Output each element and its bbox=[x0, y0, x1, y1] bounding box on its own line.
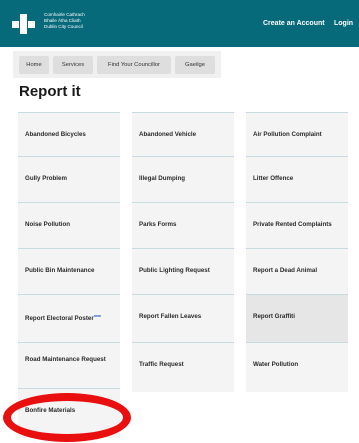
card-label: Private Rented Complaints bbox=[253, 221, 332, 228]
nav-gaeilge[interactable]: Gaeilge bbox=[175, 56, 215, 74]
card-report-electoral-poster[interactable]: Report Electoral Posternew bbox=[18, 294, 120, 344]
card-label-text: Report Electoral Poster bbox=[25, 315, 94, 323]
card-air-pollution-complaint[interactable]: Air Pollution Complaint bbox=[246, 112, 348, 162]
site-header: Comhairle Cathrach Bhaile Átha Cliath Du… bbox=[0, 0, 359, 47]
card-report-graffiti[interactable]: Report Graffiti bbox=[246, 294, 348, 344]
card-label: Public Bin Maintenance bbox=[25, 267, 95, 274]
card-label: Report a Dead Animal bbox=[253, 267, 318, 274]
card-label: Parks Forms bbox=[139, 221, 177, 228]
council-name-line: Dublin City Council bbox=[44, 24, 83, 29]
login-link[interactable]: Login bbox=[334, 20, 353, 27]
card-public-bin-maintenance[interactable]: Public Bin Maintenance bbox=[18, 248, 120, 298]
card-label: Report Graffiti bbox=[253, 313, 295, 320]
card-label: Noise Pollution bbox=[25, 221, 71, 228]
card-label: Air Pollution Complaint bbox=[253, 131, 322, 138]
card-report-dead-animal[interactable]: Report a Dead Animal bbox=[246, 248, 348, 298]
card-noise-pollution[interactable]: Noise Pollution bbox=[18, 202, 120, 252]
card-label: Traffic Request bbox=[139, 361, 184, 368]
card-illegal-dumping[interactable]: Illegal Dumping bbox=[132, 156, 234, 206]
new-badge: new bbox=[93, 314, 101, 318]
main-nav: Home Services Find Your Councillor Gaeil… bbox=[13, 51, 221, 78]
card-label: Abandoned Vehicle bbox=[139, 131, 197, 138]
card-label: Litter Offence bbox=[253, 175, 294, 182]
card-private-rented-complaints[interactable]: Private Rented Complaints bbox=[246, 202, 348, 252]
card-label: Report Electoral Posternew bbox=[25, 312, 116, 323]
card-report-fallen-leaves[interactable]: Report Fallen Leaves bbox=[132, 294, 234, 344]
card-water-pollution[interactable]: Water Pollution bbox=[246, 342, 348, 392]
page-title: Report it bbox=[19, 83, 81, 100]
card-traffic-request[interactable]: Traffic Request bbox=[132, 342, 234, 392]
card-abandoned-vehicle[interactable]: Abandoned Vehicle bbox=[132, 112, 234, 162]
card-parks-forms[interactable]: Parks Forms bbox=[132, 202, 234, 252]
card-label: Abandoned Bicycles bbox=[25, 131, 86, 138]
card-label: Gully Problem bbox=[25, 175, 67, 182]
nav-services[interactable]: Services bbox=[53, 56, 93, 74]
red-circle-annotation bbox=[3, 393, 131, 442]
card-road-maintenance-request[interactable]: Road Maintenance Request bbox=[18, 342, 120, 392]
card-label: Report Fallen Leaves bbox=[139, 313, 202, 320]
card-public-lighting-request[interactable]: Public Lighting Request bbox=[132, 248, 234, 298]
card-label: Illegal Dumping bbox=[139, 175, 186, 182]
nav-find-your-councillor[interactable]: Find Your Councillor bbox=[97, 56, 171, 74]
create-account-link[interactable]: Create an Account bbox=[263, 20, 325, 27]
card-abandoned-bicycles[interactable]: Abandoned Bicycles bbox=[18, 112, 120, 162]
card-label: Road Maintenance Request bbox=[25, 356, 106, 363]
card-gully-problem[interactable]: Gully Problem bbox=[18, 156, 120, 206]
nav-home[interactable]: Home bbox=[19, 56, 49, 74]
council-name: Comhairle Cathrach Bhaile Átha Cliath Du… bbox=[44, 12, 85, 30]
dcc-logo-icon[interactable] bbox=[12, 14, 36, 34]
card-label: Water Pollution bbox=[253, 361, 299, 368]
card-litter-offence[interactable]: Litter Offence bbox=[246, 156, 348, 206]
card-label: Public Lighting Request bbox=[139, 267, 210, 274]
